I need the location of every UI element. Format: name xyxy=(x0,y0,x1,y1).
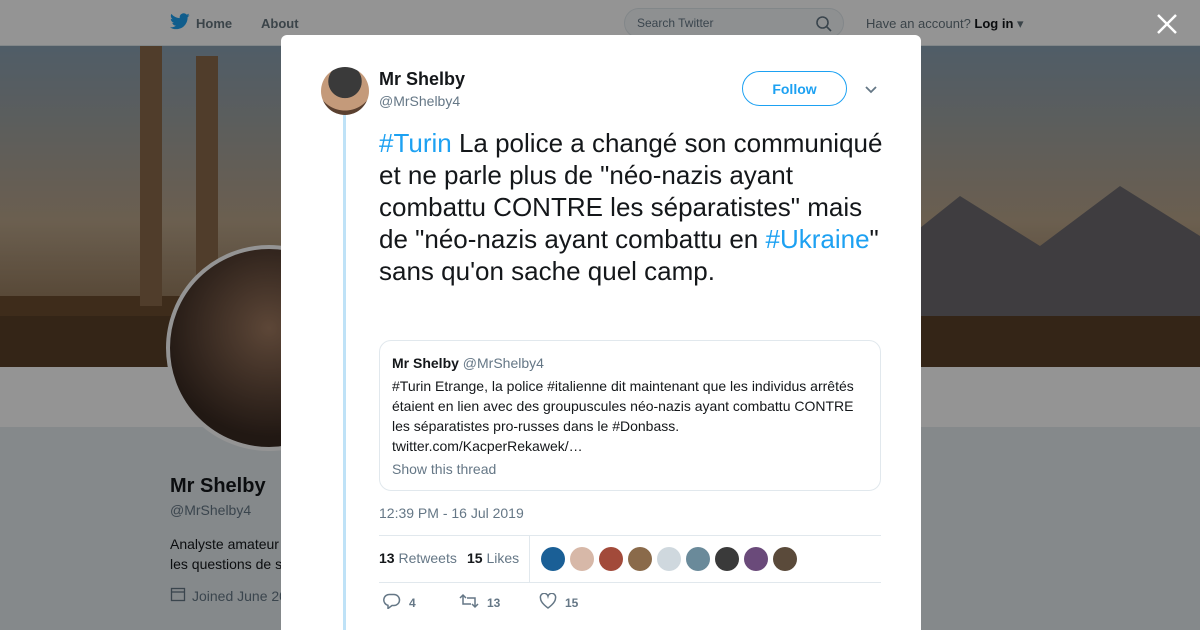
retweet-icon xyxy=(459,593,479,612)
chevron-down-icon[interactable] xyxy=(864,82,878,100)
reply-button[interactable]: 4 xyxy=(383,593,416,612)
liker-avatar[interactable] xyxy=(715,547,739,571)
likes-stat[interactable]: 15 Likes xyxy=(467,550,519,566)
author-avatar[interactable] xyxy=(321,67,369,115)
retweets-stat[interactable]: 13 Retweets xyxy=(379,550,457,566)
liker-avatars xyxy=(541,547,797,571)
tweet-timestamp[interactable]: 12:39 PM - 16 Jul 2019 xyxy=(379,505,524,521)
show-thread-link[interactable]: Show this thread xyxy=(392,461,496,477)
liker-avatar[interactable] xyxy=(541,547,565,571)
reply-icon xyxy=(383,593,401,612)
liker-avatar[interactable] xyxy=(686,547,710,571)
liker-avatar[interactable] xyxy=(744,547,768,571)
thread-line xyxy=(343,115,346,630)
tweet-text: #Turin La police a changé son communiqué… xyxy=(379,127,889,287)
reply-count: 4 xyxy=(409,595,416,610)
heart-icon xyxy=(539,592,557,612)
liker-avatar[interactable] xyxy=(773,547,797,571)
author-name[interactable]: Mr Shelby xyxy=(379,69,465,90)
quoted-author-name: Mr Shelby xyxy=(392,355,459,371)
quoted-tweet-header: Mr Shelby @MrShelby4 xyxy=(392,355,544,371)
hashtag-link[interactable]: #Ukraine xyxy=(765,224,869,254)
close-icon[interactable] xyxy=(1155,12,1179,36)
liker-avatar[interactable] xyxy=(628,547,652,571)
retweets-label: Retweets xyxy=(398,550,457,566)
retweet-count: 13 xyxy=(487,595,501,610)
tweet-actions: 4 13 15 xyxy=(379,592,679,613)
tweet-modal: Mr Shelby @MrShelby4 Follow #Turin La po… xyxy=(281,35,921,630)
likes-label: Likes xyxy=(486,550,520,566)
likes-count: 15 xyxy=(467,550,483,566)
stats-divider xyxy=(529,536,530,582)
author-handle[interactable]: @MrShelby4 xyxy=(379,93,460,109)
retweets-count: 13 xyxy=(379,550,395,566)
like-count: 15 xyxy=(565,595,579,610)
quoted-tweet-text: #Turin Etrange, la police #italienne dit… xyxy=(392,378,854,454)
tweet-stats: 13 Retweets 15 Likes xyxy=(379,535,881,583)
quoted-author-handle: @MrShelby4 xyxy=(462,355,544,371)
liker-avatar[interactable] xyxy=(599,547,623,571)
liker-avatar[interactable] xyxy=(657,547,681,571)
quoted-tweet[interactable]: Mr Shelby @MrShelby4 #Turin Etrange, la … xyxy=(379,340,881,491)
like-button[interactable]: 15 xyxy=(539,592,579,612)
retweet-button[interactable]: 13 xyxy=(459,593,500,612)
hashtag-link[interactable]: #Turin xyxy=(379,128,452,158)
liker-avatar[interactable] xyxy=(570,547,594,571)
follow-button[interactable]: Follow xyxy=(742,71,847,106)
